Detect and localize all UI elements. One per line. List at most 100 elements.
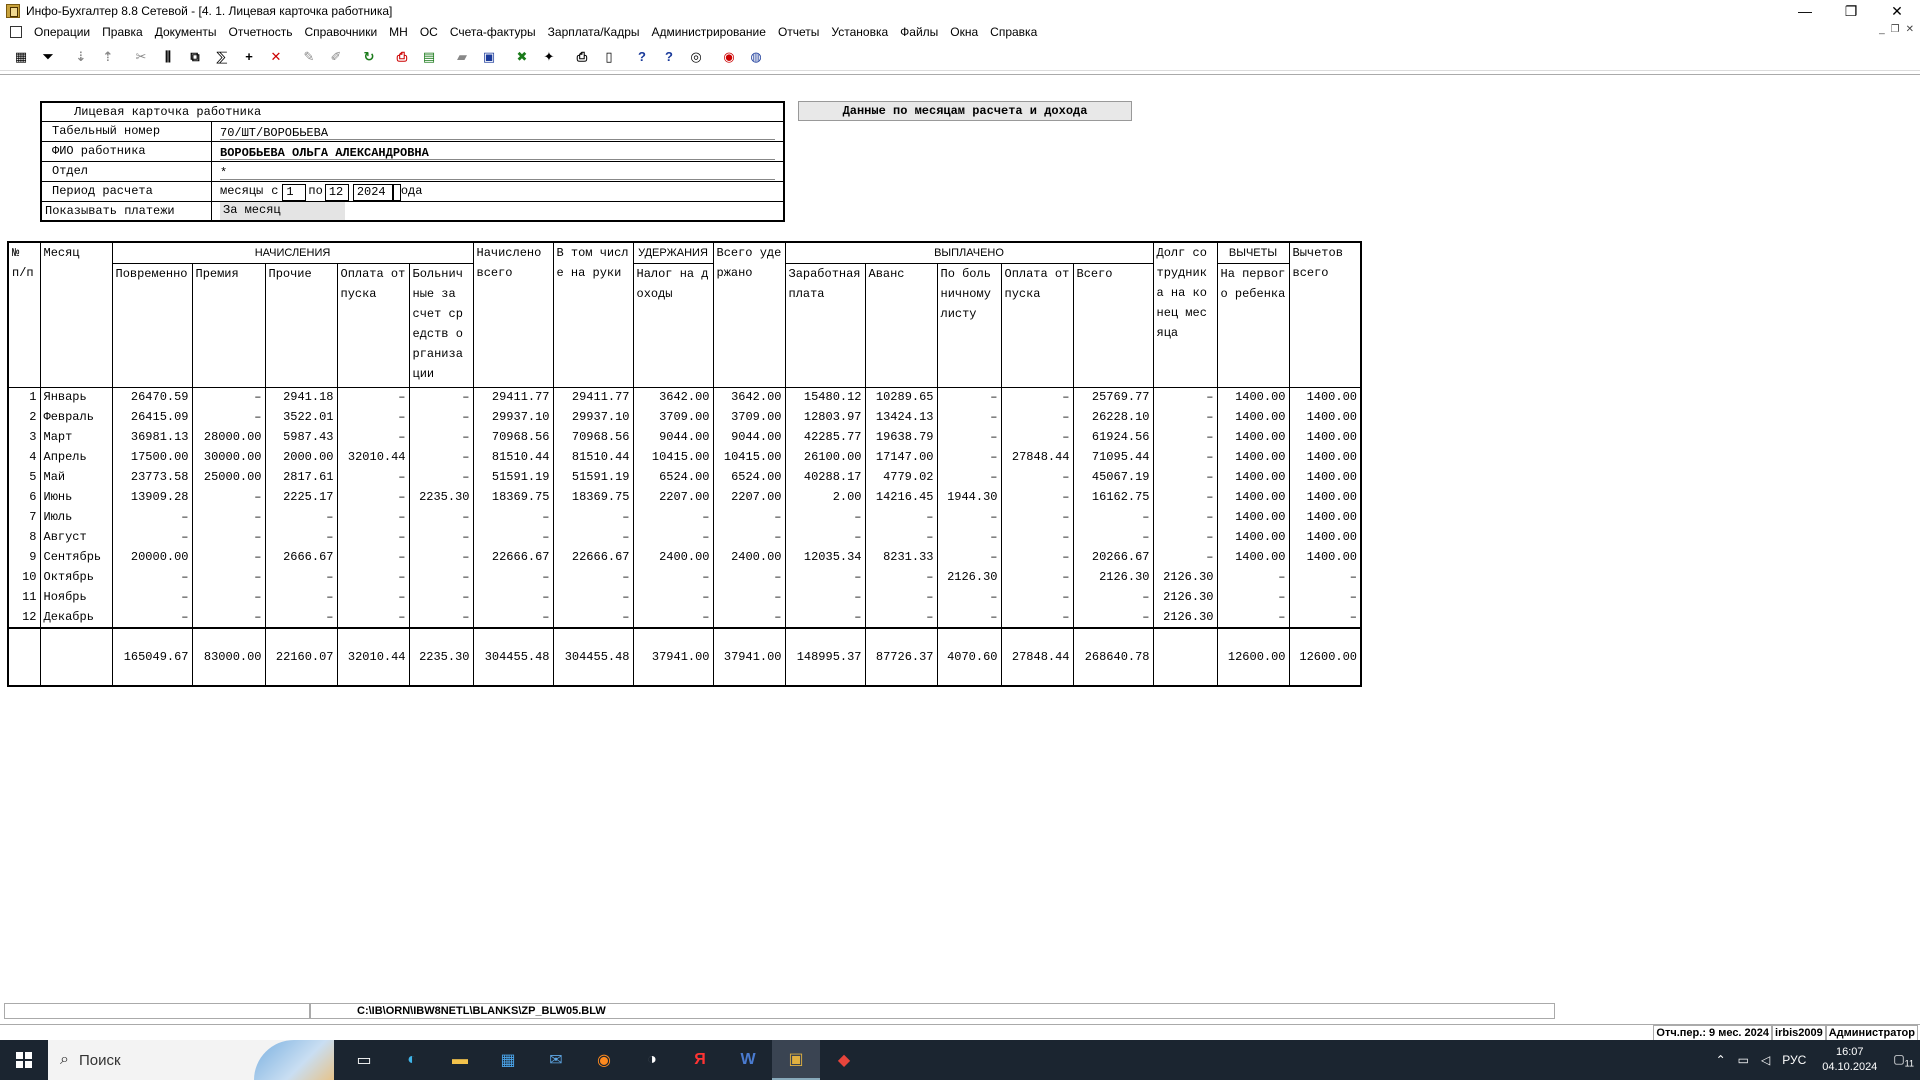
table-cell: 10415.00 [712,447,786,468]
header-paid: ВЫПЛАЧЕНО [784,241,1154,264]
menu-reporting[interactable]: Отчетность [223,22,299,42]
filter-icon[interactable]: ⏷ [37,46,59,68]
table-row[interactable]: 9 Сентябрь 20000.00–2666.67– –22666.67 22666… [7,547,1362,568]
language-indicator[interactable]: РУС [1776,1053,1812,1067]
excel-icon[interactable]: ✖ [511,46,533,68]
table-cell: 1400.00 [1288,387,1362,408]
table-icon[interactable]: ▤ [418,46,440,68]
menu-files[interactable]: Файлы [894,22,944,42]
table-cell: – [1152,547,1218,568]
mdi-close-button[interactable]: ✕ [1906,24,1914,35]
start-button[interactable] [0,1040,48,1080]
firefox-icon[interactable]: ◉ [580,1040,628,1080]
menu-edit[interactable]: Правка [96,22,149,42]
yandex-browser-icon[interactable]: ◑ [628,1040,676,1080]
table-cell: – [1000,507,1074,528]
year-picker-icon[interactable] [392,183,401,201]
columns-icon[interactable]: ⫼ [157,46,179,68]
context-help-icon[interactable]: ? [658,46,680,68]
chevron-up-icon[interactable]: ⌃ [1710,1053,1732,1067]
clock[interactable]: 16:07 04.10.2024 [1812,1045,1887,1075]
menu-windows[interactable]: Окна [944,22,984,42]
unmark-icon[interactable]: ✐ [325,46,347,68]
menu-documents[interactable]: Документы [149,22,223,42]
period-from-field[interactable]: 1 [282,183,307,201]
table-row[interactable]: 11 Ноябрь – – – – – – – – – – – – – –2126.30– – [7,587,1362,608]
header-other: Прочие [264,263,338,388]
copy-icon[interactable]: ⧉ [184,46,206,68]
pdf-icon[interactable]: ⎙ [391,46,413,68]
infobuh-icon[interactable]: ▣ [772,1040,820,1080]
save-icon[interactable]: ▣ [478,46,500,68]
add-icon[interactable]: + [238,46,260,68]
mdi-restore-button[interactable]: ❐ [1891,24,1900,35]
table-cell: – [552,527,634,548]
document-icon[interactable] [10,26,22,38]
table-row[interactable]: 1 Январь 26470.59–2941.18– –29411.77 29411.7… [7,387,1362,408]
dept-field[interactable]: * [220,164,775,180]
table-cell: 71095.44 [1072,447,1154,468]
anydesk-icon[interactable]: ◆ [820,1040,868,1080]
employee-card: Лицевая карточка работника Табельный ном… [40,101,785,222]
menu-admin[interactable]: Администрирование [646,22,772,42]
monthly-data-button[interactable]: Данные по месяцам расчета и дохода [798,101,1132,121]
calc-abc-icon[interactable]: ⅀ [211,46,233,68]
task-view-icon[interactable]: ▭ [340,1040,388,1080]
calculator-icon[interactable]: ▦ [10,46,32,68]
fio-field[interactable]: ВОРОБЬЕВА ОЛЬГА АЛЕКСАНДРОВНА [220,144,775,160]
word-icon[interactable]: W [724,1040,772,1080]
explorer-icon[interactable]: ▬ [436,1040,484,1080]
yandex-icon[interactable]: Я [676,1040,724,1080]
menu-payroll[interactable]: Зарплата/Кадры [542,22,646,42]
period-year-field[interactable]: 2024 [352,183,393,201]
edge-icon[interactable]: ◐ [388,1040,436,1080]
notifications-icon[interactable]: ▢11 [1887,1052,1920,1068]
taskbar-search[interactable]: ⌕ Поиск [48,1040,334,1080]
table-row[interactable]: 3 Март 36981.13 28000.00 5987.43– –70968.56 70… [7,427,1362,448]
mark-icon[interactable]: ✎ [298,46,320,68]
menu-help[interactable]: Справка [984,22,1043,42]
minimize-button[interactable]: — [1782,0,1828,22]
table-row[interactable]: 6 Июнь 13909.28–2225.17–2235.30 18369.75 183… [7,487,1362,508]
help-icon[interactable]: ? [631,46,653,68]
menu-mn[interactable]: МН [383,22,414,42]
table-row[interactable]: 8 Август – – – – – – – – – – – – – – –1400.00 1400.00 [7,527,1362,548]
table-cell: – [191,507,266,528]
table-row[interactable]: 4 Апрель 17500.00 30000.00 2000.00 32010.44–8… [7,447,1362,468]
sort-asc-icon[interactable]: ⇣ [70,46,92,68]
tab-number-field[interactable]: 70/ШТ/ВОРОБЬЕВА [220,124,775,140]
web-icon[interactable]: ◍ [745,46,767,68]
menu-references[interactable]: Справочники [298,22,383,42]
table-cell: 22666.67 [472,547,554,568]
menu-invoices[interactable]: Счета-фактуры [444,22,542,42]
menu-operations[interactable]: Операции [28,22,96,42]
preview-icon[interactable]: ▯ [598,46,620,68]
print-icon[interactable]: ⎙ [571,46,593,68]
menu-reports[interactable]: Отчеты [772,22,825,42]
table-row[interactable]: 7 Июль – – – – – – – – – – – – – – –1400.00 1400.00 [7,507,1362,528]
mdi-minimize-button[interactable]: _ [1879,24,1885,35]
table-row[interactable]: 5 Май 23773.58 25000.00 2817.61– –51591.19 515… [7,467,1362,488]
refresh-icon[interactable]: ↻ [358,46,380,68]
lifebuoy-icon[interactable]: ◉ [718,46,740,68]
period-months-text: месяцы [220,184,264,198]
delete-icon[interactable]: ✕ [265,46,287,68]
table-row[interactable]: 10 Октябрь – – – – – – – – – – –2126.30–2126.30 2126.… [7,567,1362,588]
volume-icon[interactable]: ◁ [1755,1053,1776,1067]
network-icon[interactable]: ▭ [1732,1053,1755,1067]
restore-button[interactable]: ❐ [1828,0,1874,22]
cut-icon[interactable]: ✂ [130,46,152,68]
open-folder-icon[interactable]: ▰ [451,46,473,68]
store-icon[interactable]: ▦ [484,1040,532,1080]
sort-desc-icon[interactable]: ⇡ [97,46,119,68]
show-payments-select[interactable]: За месяц [220,202,345,220]
compass-icon[interactable]: ◎ [685,46,707,68]
menu-setup[interactable]: Установка [825,22,894,42]
close-button[interactable]: ✕ [1874,0,1920,22]
mail-icon[interactable]: ✉ [532,1040,580,1080]
table-row[interactable]: 12 Декабрь – – – – – – – – – – – – – –2126.30– – [7,607,1362,628]
menu-os[interactable]: ОС [414,22,444,42]
period-to-field[interactable]: 12 [324,183,349,201]
wizard-icon[interactable]: ✦ [538,46,560,68]
table-row[interactable]: 2 Февраль 26415.09–3522.01– –29937.10 29937.… [7,407,1362,428]
